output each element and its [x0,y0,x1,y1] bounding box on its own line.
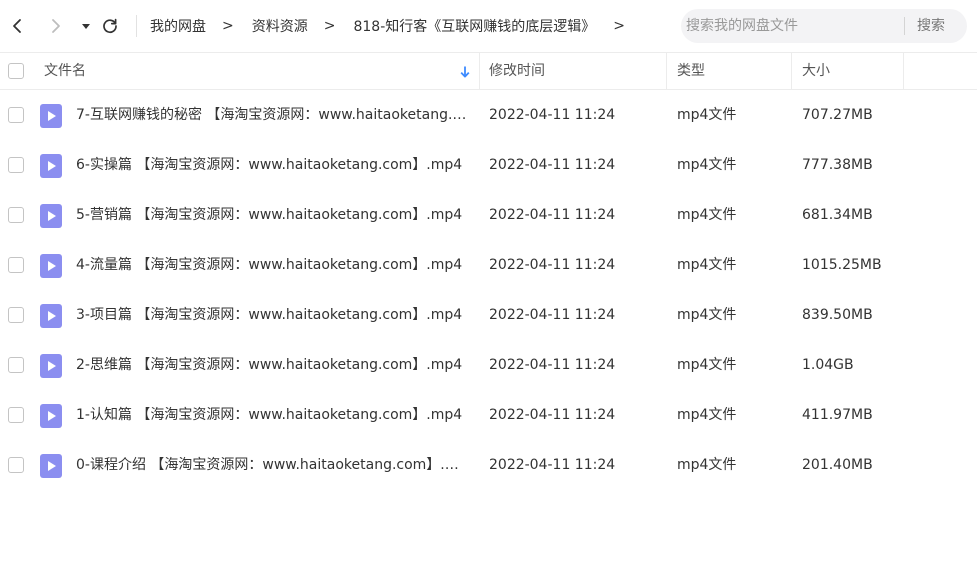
row-checkbox[interactable] [8,407,24,423]
file-type: mp4文件 [677,207,737,223]
table-header: 文件名 修改时间 类型 大小 [0,52,977,90]
file-modified-time: 2022-04-11 11:24 [489,107,616,123]
sort-arrow-down-icon[interactable] [459,65,471,79]
select-all-checkbox[interactable] [8,63,24,79]
column-header-size[interactable]: 大小 [802,53,830,90]
forward-button[interactable] [45,14,67,38]
file-size: 707.27MB [802,107,873,123]
search-input[interactable] [681,9,903,43]
table-row[interactable]: 1-认知篇 【海淘宝资源网：www.haitaoketang.com】.mp4 … [0,390,977,440]
file-name[interactable]: 5-营销篇 【海淘宝资源网：www.haitaoketang.com】.mp4 [76,190,468,240]
table-row[interactable]: 5-营销篇 【海淘宝资源网：www.haitaoketang.com】.mp4 … [0,190,977,240]
file-size: 777.38MB [802,157,873,173]
breadcrumb-separator: > [323,18,336,34]
file-size: 1015.25MB [802,257,882,273]
video-file-icon [40,104,62,128]
column-divider[interactable] [791,53,792,90]
breadcrumb-item-current[interactable]: 818-知行客《互联网赚钱的底层逻辑》 [353,16,595,36]
file-name[interactable]: 2-思维篇 【海淘宝资源网：www.haitaoketang.com】.mp4 [76,340,468,390]
column-divider[interactable] [666,53,667,90]
file-name[interactable]: 7-互联网赚钱的秘密 【海淘宝资源网：www.haitaoketang.com】… [76,90,468,140]
file-type: mp4文件 [677,157,737,173]
file-modified-time: 2022-04-11 11:24 [489,157,616,173]
row-checkbox[interactable] [8,307,24,323]
row-checkbox[interactable] [8,157,24,173]
file-type: mp4文件 [677,357,737,373]
table-row[interactable]: 4-流量篇 【海淘宝资源网：www.haitaoketang.com】.mp4 … [0,240,977,290]
file-name[interactable]: 1-认知篇 【海淘宝资源网：www.haitaoketang.com】.mp4 [76,390,468,440]
top-navigation-bar: 我的网盘 > 资料资源 > 818-知行客《互联网赚钱的底层逻辑》 > 搜索 [0,0,977,52]
table-row[interactable]: 3-项目篇 【海淘宝资源网：www.haitaoketang.com】.mp4 … [0,290,977,340]
video-file-icon [40,404,62,428]
chevron-left-icon [13,19,21,33]
file-size: 681.34MB [802,207,873,223]
breadcrumb: 我的网盘 > 资料资源 > 818-知行客《互联网赚钱的底层逻辑》 > [150,15,625,37]
refresh-button[interactable] [99,14,121,38]
file-type: mp4文件 [677,407,737,423]
row-checkbox[interactable] [8,257,24,273]
file-type: mp4文件 [677,107,737,123]
row-checkbox[interactable] [8,357,24,373]
column-header-type[interactable]: 类型 [677,53,705,90]
history-dropdown-button[interactable] [75,14,97,38]
file-size: 1.04GB [802,357,854,373]
file-name[interactable]: 3-项目篇 【海淘宝资源网：www.haitaoketang.com】.mp4 [76,290,468,340]
search-divider [904,17,905,35]
nav-divider [136,15,137,37]
file-name[interactable]: 0-课程介绍 【海淘宝资源网：www.haitaoketang.com】.mp4 [76,440,468,490]
search-button[interactable]: 搜索 [917,9,945,43]
search-box: 搜索 [681,9,967,43]
file-type: mp4文件 [677,257,737,273]
file-size: 839.50MB [802,307,873,323]
file-table: 文件名 修改时间 类型 大小 7-互联网赚钱的秘密 【海淘宝资源网：www.ha… [0,52,977,490]
file-size: 201.40MB [802,457,873,473]
video-file-icon [40,454,62,478]
video-file-icon [40,354,62,378]
row-checkbox[interactable] [8,207,24,223]
file-modified-time: 2022-04-11 11:24 [489,407,616,423]
video-file-icon [40,254,62,278]
file-modified-time: 2022-04-11 11:24 [489,357,616,373]
back-button[interactable] [6,14,28,38]
breadcrumb-item-resources[interactable]: 资料资源 [252,16,308,36]
file-modified-time: 2022-04-11 11:24 [489,207,616,223]
table-row[interactable]: 6-实操篇 【海淘宝资源网：www.haitaoketang.com】.mp4 … [0,140,977,190]
table-row[interactable]: 2-思维篇 【海淘宝资源网：www.haitaoketang.com】.mp4 … [0,340,977,390]
row-checkbox[interactable] [8,107,24,123]
breadcrumb-expand-arrow[interactable]: > [613,18,625,34]
table-row[interactable]: 7-互联网赚钱的秘密 【海淘宝资源网：www.haitaoketang.com】… [0,90,977,140]
video-file-icon [40,154,62,178]
chevron-right-icon [52,19,60,33]
file-type: mp4文件 [677,457,737,473]
column-header-name[interactable]: 文件名 [44,53,86,90]
file-modified-time: 2022-04-11 11:24 [489,257,616,273]
refresh-icon [103,18,117,34]
file-list: 7-互联网赚钱的秘密 【海淘宝资源网：www.haitaoketang.com】… [0,90,977,490]
file-size: 411.97MB [802,407,873,423]
column-header-modified[interactable]: 修改时间 [489,53,545,90]
file-type: mp4文件 [677,307,737,323]
column-divider[interactable] [903,53,904,90]
table-row[interactable]: 0-课程介绍 【海淘宝资源网：www.haitaoketang.com】.mp4… [0,440,977,490]
file-modified-time: 2022-04-11 11:24 [489,457,616,473]
file-name[interactable]: 4-流量篇 【海淘宝资源网：www.haitaoketang.com】.mp4 [76,240,468,290]
file-modified-time: 2022-04-11 11:24 [489,307,616,323]
video-file-icon [40,304,62,328]
video-file-icon [40,204,62,228]
file-name[interactable]: 6-实操篇 【海淘宝资源网：www.haitaoketang.com】.mp4 [76,140,468,190]
breadcrumb-item-root[interactable]: 我的网盘 [150,16,206,36]
caret-down-icon [82,24,90,29]
row-checkbox[interactable] [8,457,24,473]
breadcrumb-separator: > [222,18,234,34]
column-divider[interactable] [479,53,480,90]
